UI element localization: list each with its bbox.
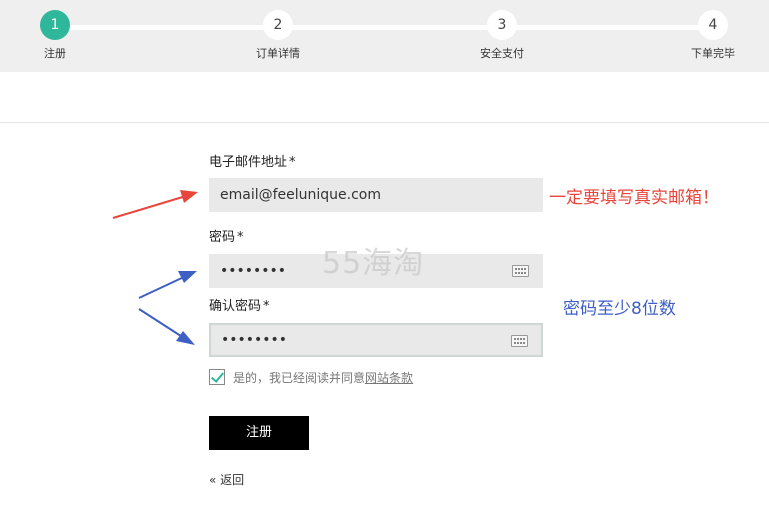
step-number: 1: [40, 10, 70, 40]
step-number: 4: [698, 10, 728, 40]
blue-arrow-icon: [138, 271, 197, 299]
step-number: 2: [263, 10, 293, 40]
step-number: 3: [487, 10, 517, 40]
blue-arrow-icon: [138, 308, 195, 345]
red-arrow-icon: [112, 190, 198, 219]
annotation-arrows: [112, 190, 198, 345]
